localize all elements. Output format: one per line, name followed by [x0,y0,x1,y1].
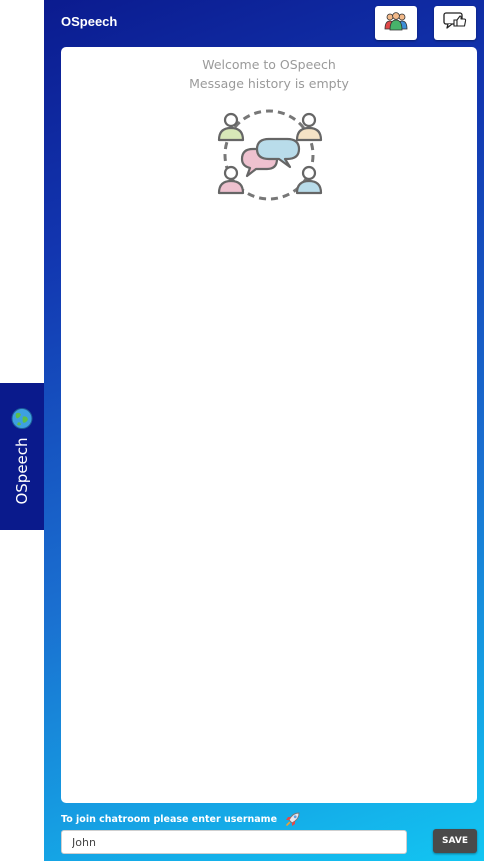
chat-panel: OSpeech Welcome to OSpeech Message histo… [44,0,484,861]
app-title: OSpeech [61,14,118,29]
message-history[interactable]: Welcome to OSpeech Message history is em… [61,47,477,803]
chat-group-icon [211,107,327,203]
thumbs-up-icon [443,11,467,35]
feedback-button[interactable] [434,6,476,40]
empty-history-text: Message history is empty [189,76,349,91]
side-tab-content: OSpeech [11,407,33,505]
join-prompt-text: To join chatroom please enter username [61,813,278,825]
save-button[interactable]: SAVE [433,829,477,853]
users-icon [384,11,408,35]
welcome-text: Welcome to OSpeech [202,57,336,72]
globe-icon [11,407,33,429]
side-tab-label: OSpeech [13,437,31,505]
users-button[interactable] [375,6,417,40]
username-input[interactable] [61,830,407,854]
rocket-icon [285,811,301,827]
join-prompt: To join chatroom please enter username [61,811,301,827]
side-tab[interactable]: OSpeech [0,383,44,530]
